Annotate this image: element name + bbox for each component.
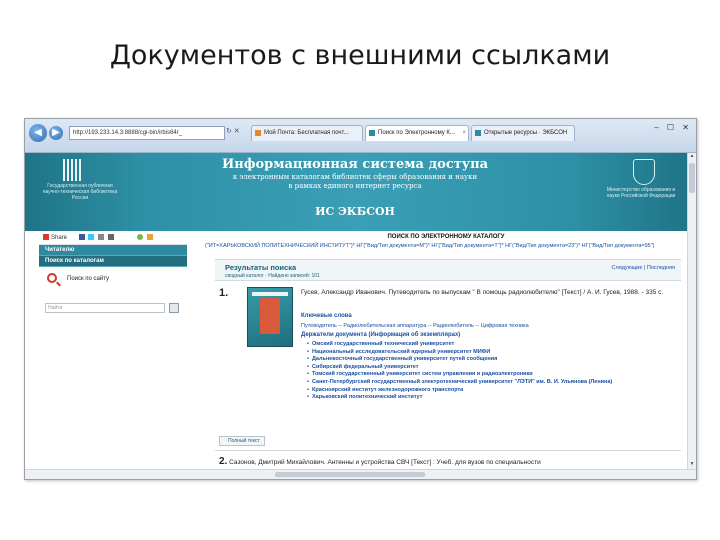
results-title: Результаты поиска — [225, 263, 297, 272]
back-icon[interactable]: ◀ — [29, 124, 47, 142]
bookmark-icon[interactable] — [147, 234, 154, 241]
tab-catalog-search[interactable]: Поиск по Электронному К... × — [365, 125, 469, 141]
address-bar[interactable]: http://193.233.14.3:8888/cgi-bin/irbis64… — [69, 126, 225, 140]
sidebar: Share Читателю Поиск по каталогам Поиск … — [39, 231, 187, 469]
tab-mail[interactable]: Мой Почта: Бесплатная почт... — [251, 125, 363, 141]
resources-favicon-icon — [475, 130, 481, 136]
globe-icon[interactable] — [137, 234, 144, 241]
holders-toggle[interactable]: Держатели документа (Информация об экзем… — [301, 332, 460, 338]
holder-link[interactable]: Омский государственный технический униве… — [307, 341, 677, 349]
holder-link[interactable]: Санкт-Петербургский государственный элек… — [307, 379, 677, 387]
record-rubrics[interactable]: Путеводитель -- Радиолюбительская аппара… — [301, 323, 529, 329]
right-org-name: Министерство образования и науки Российс… — [606, 187, 676, 199]
site-banner: Государственная публичная научно-техниче… — [25, 153, 689, 231]
vertical-scrollbar[interactable]: ▲ ▼ — [687, 153, 696, 469]
keywords-toggle[interactable]: Ключевые слова — [301, 313, 352, 319]
library-logo-icon — [63, 159, 83, 181]
left-org-name: Государственная публичная научно-техниче… — [42, 183, 118, 201]
close-tab-icon[interactable]: × — [462, 126, 466, 140]
catalog-favicon-icon — [369, 130, 375, 136]
record-citation: Гусев, Александр Иванович. Путеводитель … — [301, 289, 664, 296]
search-query: ("ИТ=ХАРЬКОВСКИЙ ПОЛИТЕХНИЧЕСКИЙ ИНСТИТУ… — [205, 243, 655, 249]
record-2: 2. Сазонов, Дмитрий Михайлович. Антенны … — [219, 456, 541, 467]
site-search[interactable]: Поиск по сайту — [39, 267, 187, 291]
scroll-down-icon[interactable]: ▼ — [688, 461, 696, 469]
results-pagination[interactable]: Следующие | Последняя — [612, 265, 675, 271]
refresh-icon[interactable]: ↻ ✕ — [226, 127, 240, 135]
record-divider — [215, 450, 681, 451]
record-2-citation: Сазонов, Дмитрий Михайлович. Антенны и у… — [229, 459, 541, 466]
email-icon[interactable] — [98, 234, 105, 241]
holder-link[interactable]: Харьковский политехнический институт — [307, 394, 677, 402]
scroll-up-icon[interactable]: ▲ — [688, 153, 696, 161]
record-2-number: 2. — [219, 456, 228, 467]
sidebar-item-reader[interactable]: Читателю — [39, 245, 187, 256]
holder-link[interactable]: Томский государственный университет сист… — [307, 371, 677, 379]
web-page: Государственная публичная научно-техниче… — [25, 153, 696, 479]
facebook-icon[interactable] — [78, 234, 85, 241]
holders-list: Омский государственный технический униве… — [307, 341, 677, 402]
scroll-thumb[interactable] — [689, 163, 695, 193]
forward-icon[interactable]: ▶ — [49, 126, 63, 140]
ministry-crest-icon — [633, 159, 655, 185]
book-cover-image[interactable] — [247, 287, 293, 347]
site-search-input[interactable]: Найти — [45, 303, 165, 313]
search-icon — [47, 273, 57, 283]
print-icon[interactable] — [107, 234, 114, 241]
slide-title: Документов с внешними ссылками — [109, 40, 611, 71]
sidebar-item-catalog-search[interactable]: Поиск по каталогам — [39, 256, 187, 267]
browser-chrome: ◀ ▶ http://193.233.14.3:8888/cgi-bin/irb… — [25, 119, 696, 153]
page-heading: ПОИСК ПО ЭЛЕКТРОННОМУ КАТАЛОГУ — [387, 234, 505, 240]
mail-favicon-icon — [255, 130, 261, 136]
banner-title: Информационная система доступа — [221, 157, 489, 172]
results-count: сводный каталог · Найдено записей: 101 — [225, 273, 320, 279]
record-number: 1. — [219, 287, 229, 299]
banner-subtitle: к электронным каталогам библиотек сферы … — [232, 173, 478, 190]
share-bar[interactable]: Share — [39, 231, 187, 245]
search-submit-button[interactable] — [169, 303, 179, 313]
horizontal-scrollbar[interactable] — [25, 469, 696, 479]
window-controls[interactable]: – ☐ ✕ — [654, 123, 692, 132]
main-content: ПОИСК ПО ЭЛЕКТРОННОМУ КАТАЛОГУ ("ИТ=ХАРЬ… — [205, 231, 687, 469]
twitter-icon[interactable] — [88, 234, 95, 241]
tab-open-resources[interactable]: Открытые ресурсы · ЭКБСОН — [471, 125, 575, 141]
banner-system-name: ИС ЭКБСОН — [315, 205, 395, 218]
fulltext-button[interactable]: Полный текст — [219, 436, 265, 446]
share-icon[interactable] — [43, 234, 49, 241]
sidebar-nav: Читателю Поиск по каталогам — [39, 245, 187, 267]
browser-screenshot: ◀ ▶ http://193.233.14.3:8888/cgi-bin/irb… — [24, 118, 697, 480]
holder-link[interactable]: Дальневосточный государственный универси… — [307, 356, 677, 364]
results-bar: Результаты поиска сводный каталог · Найд… — [215, 259, 681, 281]
hscroll-thumb[interactable] — [275, 472, 425, 477]
